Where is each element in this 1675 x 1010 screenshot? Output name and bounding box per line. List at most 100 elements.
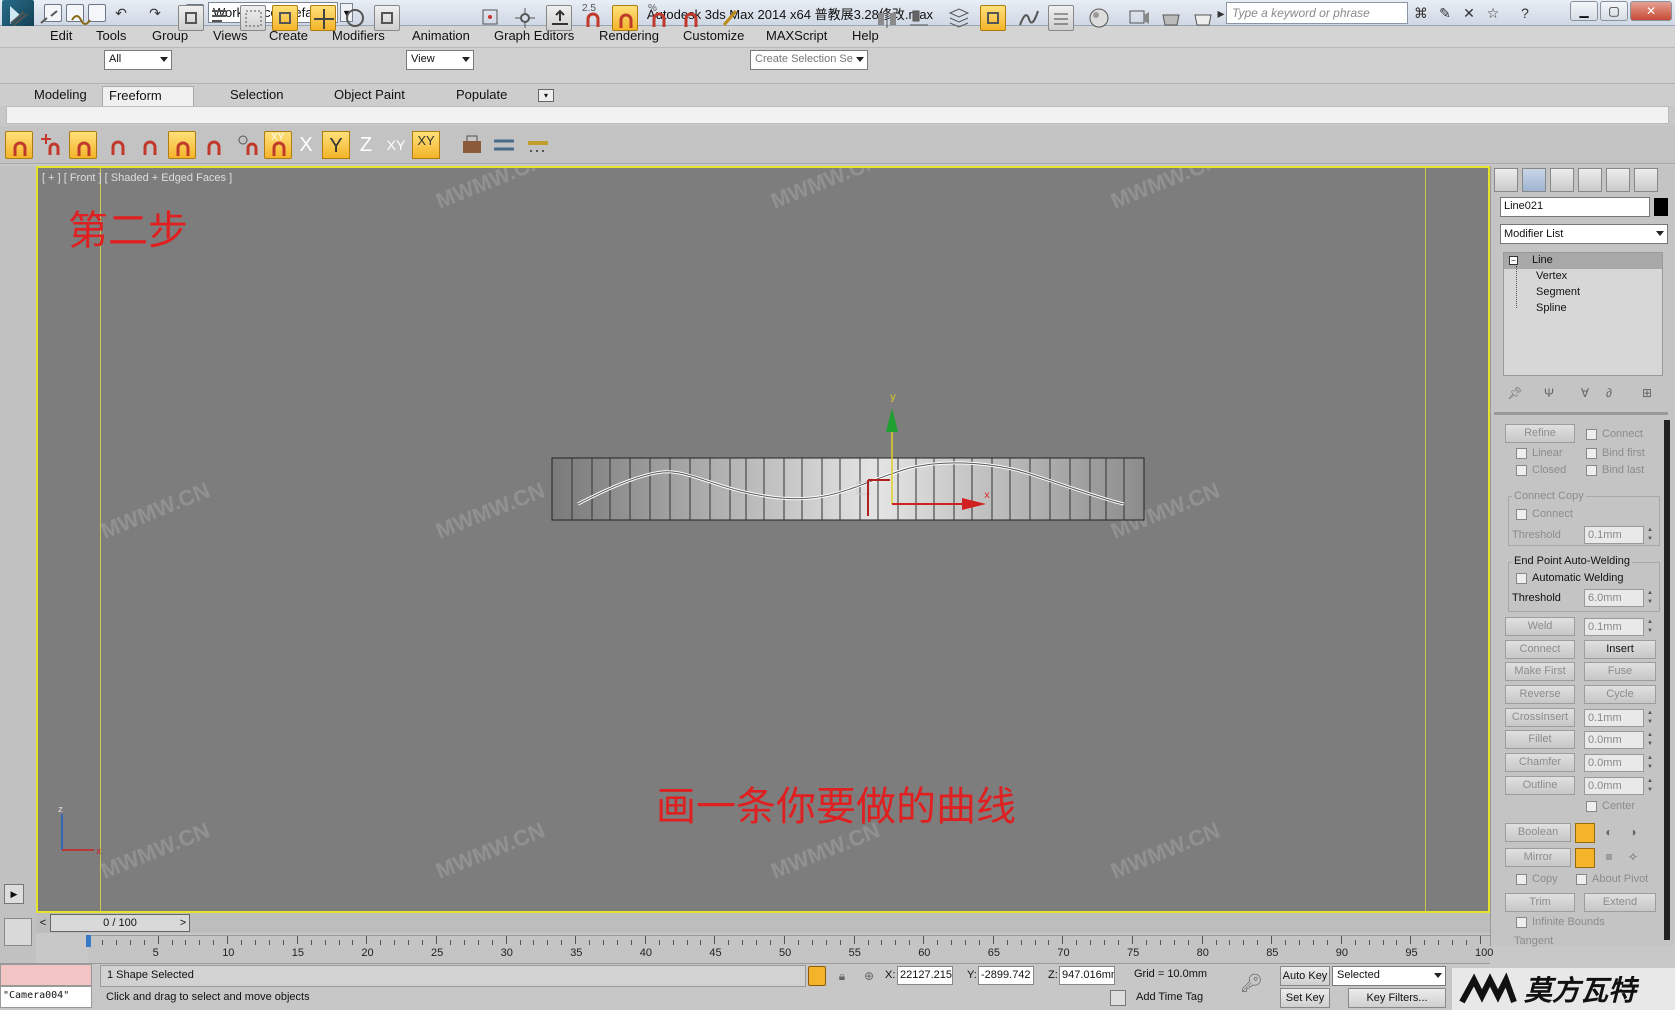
select-and-rotate-icon[interactable]: [342, 5, 368, 31]
connect-button[interactable]: Connect: [1505, 640, 1575, 659]
select-and-move-icon[interactable]: [310, 5, 336, 31]
snap-face-icon[interactable]: [200, 131, 228, 159]
about-pivot-checkbox[interactable]: [1576, 874, 1587, 885]
display-tab-icon[interactable]: [1606, 168, 1630, 192]
bind-first-checkbox[interactable]: [1586, 448, 1597, 459]
add-time-tag[interactable]: Add Time Tag: [1130, 988, 1234, 1010]
remove-modifier-icon[interactable]: ∂: [1600, 384, 1618, 402]
absolute-mode-icon[interactable]: ⊕: [860, 967, 878, 985]
edit-named-selection-icon[interactable]: [718, 5, 744, 31]
pivot-center-icon[interactable]: [478, 5, 504, 31]
next-frame-arrow[interactable]: >: [176, 914, 190, 932]
scene-explorer-icon[interactable]: [980, 5, 1006, 31]
snap-options-icon[interactable]: [234, 131, 262, 159]
object-name-field[interactable]: Line021: [1500, 197, 1650, 217]
object-color-swatch[interactable]: [1654, 198, 1668, 216]
angle-snap-icon[interactable]: [612, 5, 638, 31]
expand-trackbar-button[interactable]: ▶: [4, 884, 24, 904]
weld-spinner-arrows[interactable]: ▲ ▼: [1645, 618, 1655, 636]
favorites-star-icon[interactable]: ☆: [1484, 4, 1502, 22]
boolean-subtract-icon[interactable]: ◐: [1600, 823, 1618, 841]
tab-populate[interactable]: Populate: [450, 86, 513, 106]
cycle-button[interactable]: Cycle: [1584, 685, 1656, 704]
viewport-label-menu[interactable]: [ + ] [ Front ] [ Shaded + Edged Faces ]: [42, 172, 232, 184]
menu-maxscript[interactable]: MAXScript: [764, 27, 829, 44]
stack-item-spline[interactable]: Spline: [1536, 302, 1567, 314]
utilities-tab-icon[interactable]: [1634, 168, 1658, 192]
undo-icon[interactable]: ↶: [112, 4, 130, 22]
connect-copy-threshold-arrows[interactable]: ▲ ▼: [1645, 526, 1655, 544]
boolean-intersect-icon[interactable]: ◑: [1624, 823, 1642, 841]
bind-last-checkbox[interactable]: [1586, 465, 1597, 476]
shaded-plane[interactable]: [550, 452, 1150, 532]
mini-curve-editor-icon[interactable]: [4, 918, 32, 946]
fillet-button[interactable]: Fillet: [1505, 730, 1575, 749]
snap-endpoint-icon[interactable]: [104, 131, 132, 159]
boolean-union-icon[interactable]: [1575, 823, 1595, 843]
axis-constraint-x[interactable]: X: [292, 131, 320, 159]
chamfer-spinner[interactable]: 0.0mm: [1584, 754, 1644, 772]
mirror-button[interactable]: Mirror: [1505, 848, 1571, 867]
curve-editor-icon[interactable]: [1016, 5, 1042, 31]
axis-constraint-y[interactable]: Y: [322, 131, 350, 159]
set-key-mode-icon[interactable]: 🔑︎: [1240, 974, 1263, 992]
modify-tab-icon[interactable]: [1522, 168, 1546, 192]
time-slider[interactable]: 0 / 100: [50, 914, 190, 932]
linear-checkbox[interactable]: [1516, 448, 1527, 459]
percent-snap-icon[interactable]: %: [646, 3, 672, 31]
trim-button[interactable]: Trim: [1505, 893, 1575, 912]
material-editor-icon[interactable]: [1086, 5, 1112, 31]
spinner-snap-icon[interactable]: [678, 5, 704, 31]
auto-key-button[interactable]: Auto Key: [1280, 966, 1330, 986]
mirror-horizontal-icon[interactable]: [1575, 848, 1595, 868]
move-gizmo[interactable]: y x: [878, 386, 998, 516]
refine-button[interactable]: Refine: [1505, 424, 1575, 443]
weld-spinner[interactable]: 0.1mm: [1584, 618, 1644, 636]
keyboard-shortcut-override-icon[interactable]: [546, 5, 572, 31]
select-by-name-icon[interactable]: [208, 5, 234, 31]
render-setup-icon[interactable]: [1126, 5, 1152, 31]
stack-collapse-icon[interactable]: −: [1509, 256, 1518, 265]
stack-item-vertex[interactable]: Vertex: [1536, 270, 1567, 282]
panel-scrollbar[interactable]: [1664, 420, 1670, 940]
auto-weld-threshold-arrows[interactable]: ▲ ▼: [1645, 589, 1655, 607]
chamfer-button[interactable]: Chamfer: [1505, 753, 1575, 772]
key-mode-dropdown[interactable]: Selected: [1332, 966, 1446, 986]
tab-modeling[interactable]: Modeling: [28, 86, 93, 106]
closed-checkbox[interactable]: [1516, 465, 1527, 476]
mirror-icon[interactable]: [874, 5, 900, 31]
rendered-frame-window-icon[interactable]: [1158, 5, 1184, 31]
show-end-result-icon[interactable]: Ψ: [1540, 384, 1558, 402]
crossinsert-button[interactable]: CrossInsert: [1505, 708, 1575, 727]
x-coordinate-field[interactable]: 22127.215: [897, 966, 953, 985]
axis-constraint-xy-snap[interactable]: XY: [412, 131, 440, 159]
auto-weld-threshold-spinner[interactable]: 6.0mm: [1584, 589, 1644, 607]
axis-constraint-z[interactable]: Z: [352, 131, 380, 159]
modifier-stack[interactable]: [1503, 252, 1663, 376]
connect-copy-threshold-spinner[interactable]: 0.1mm: [1584, 526, 1644, 544]
named-selection-dropdown[interactable]: Create Selection Se: [750, 50, 868, 70]
prev-frame-arrow[interactable]: <: [36, 914, 50, 932]
snaps-toggle-icon[interactable]: 2.5: [580, 3, 606, 31]
schematic-view-icon[interactable]: [1048, 5, 1074, 31]
motion-tab-icon[interactable]: [1578, 168, 1602, 192]
make-unique-icon[interactable]: ∀: [1576, 384, 1594, 402]
create-tab-icon[interactable]: [1494, 168, 1518, 192]
extend-button[interactable]: Extend: [1584, 893, 1656, 912]
snap-grid-points-icon[interactable]: [5, 131, 33, 159]
boolean-button[interactable]: Boolean: [1505, 823, 1571, 842]
rectangular-selection-icon[interactable]: [240, 5, 266, 31]
make-first-button[interactable]: Make First: [1505, 662, 1575, 681]
render-production-icon[interactable]: [1190, 5, 1216, 31]
pin-stack-icon[interactable]: 📌︎: [1506, 384, 1524, 402]
tab-selection[interactable]: Selection: [224, 86, 289, 106]
stack-item-segment[interactable]: Segment: [1536, 286, 1580, 298]
redo-icon[interactable]: ↷: [146, 4, 164, 22]
time-slider-track[interactable]: [36, 913, 1490, 933]
reference-coordinate-dropdown[interactable]: View: [406, 50, 474, 70]
unlink-icon[interactable]: [36, 5, 62, 31]
menu-animation[interactable]: Animation: [410, 27, 472, 44]
tab-freeform[interactable]: Freeform: [102, 86, 194, 106]
window-crossing-icon[interactable]: [272, 5, 298, 31]
subscription-icon[interactable]: ✎: [1436, 4, 1454, 22]
